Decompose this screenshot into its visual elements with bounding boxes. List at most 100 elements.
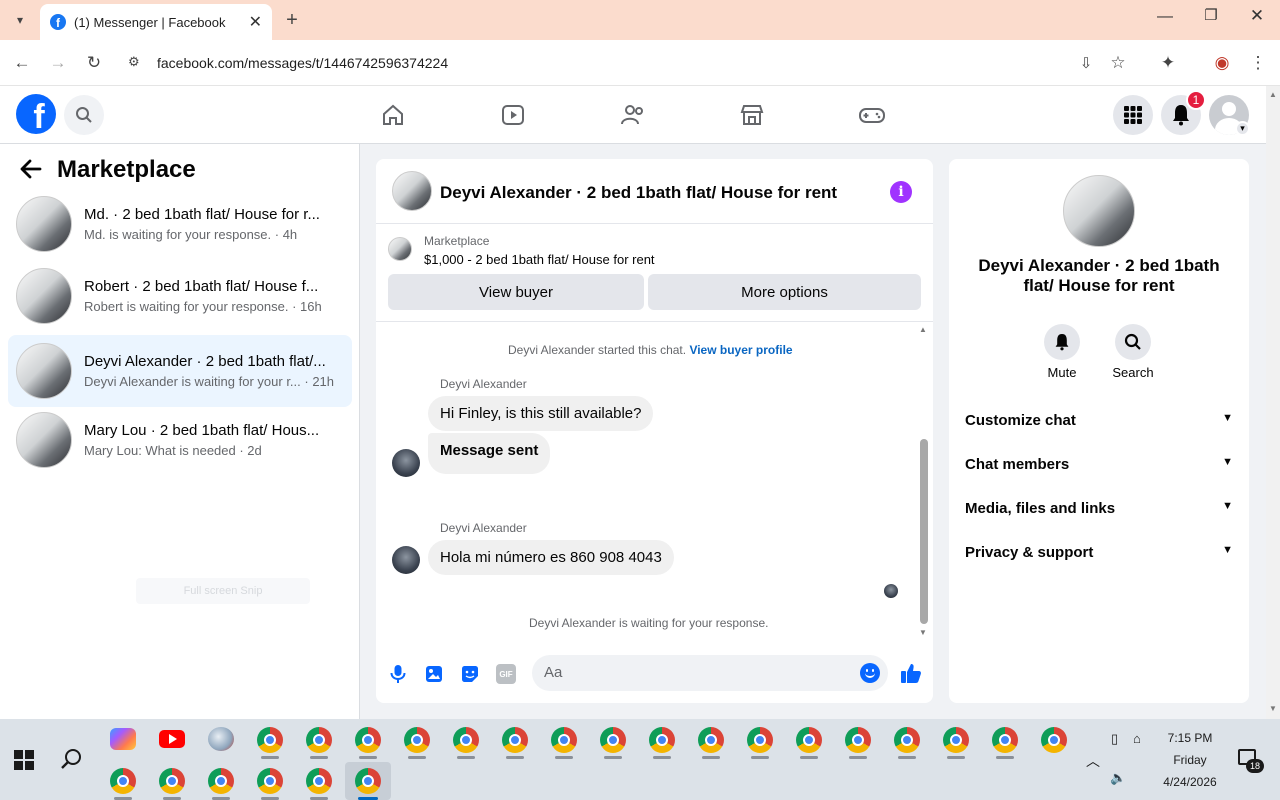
chrome-window-icon[interactable]	[257, 727, 283, 753]
clock-date[interactable]: 4/24/2026	[1150, 775, 1230, 789]
profile-icon[interactable]: ◉	[1208, 49, 1236, 77]
back-arrow-icon[interactable]	[20, 158, 42, 187]
search-label[interactable]: Search	[1108, 365, 1158, 380]
microphone-icon[interactable]	[388, 664, 408, 689]
chrome-window-icon[interactable]	[796, 727, 822, 753]
network-icon[interactable]: ⌂	[1133, 731, 1141, 746]
chat-header-title[interactable]: Deyvi Alexander · 2 bed 1bath flat/ Hous…	[440, 183, 837, 203]
clock-time[interactable]: 7:15 PM	[1150, 731, 1230, 745]
chrome-window-icon[interactable]	[208, 768, 234, 794]
fb-search-icon[interactable]	[64, 95, 104, 135]
reload-icon[interactable]: ↻	[80, 49, 108, 77]
conversation-item[interactable]: Robert · 2 bed 1bath flat/ House f... Ro…	[8, 264, 352, 328]
windows-start-icon[interactable]	[14, 750, 34, 775]
chrome-window-icon[interactable]	[306, 768, 332, 794]
chrome-window-icon-active[interactable]	[355, 768, 381, 794]
message-bubble[interactable]: Hi Finley, is this still available?	[428, 396, 654, 431]
chat-members-section[interactable]: Chat members ▼	[965, 456, 1233, 473]
conversation-item-selected[interactable]: Deyvi Alexander · 2 bed 1bath flat/... D…	[8, 335, 352, 407]
chrome-window-icon[interactable]	[1041, 727, 1067, 753]
site-info-icon[interactable]: ⚙	[128, 54, 146, 72]
conversation-item[interactable]: Mary Lou · 2 bed 1bath flat/ Hous... Mar…	[8, 408, 352, 472]
scroll-up-icon[interactable]: ▲	[919, 325, 927, 335]
account-chevron-icon[interactable]: ▾	[1235, 121, 1250, 136]
chrome-window-icon[interactable]	[992, 727, 1018, 753]
page-scrollbar[interactable]: ▲ ▼	[1266, 86, 1280, 719]
new-tab-icon[interactable]: +	[278, 6, 306, 34]
customize-chat-section[interactable]: Customize chat ▼	[965, 412, 1233, 429]
install-app-icon[interactable]: ⇩	[1072, 49, 1100, 77]
browser-tab[interactable]: f (1) Messenger | Facebook ✕	[40, 4, 272, 40]
message-bubble[interactable]: Hola mi número es 860 908 4043	[428, 540, 674, 575]
clock-day[interactable]: Friday	[1150, 753, 1230, 767]
tab-search-chevron-icon[interactable]: ▾	[6, 6, 34, 34]
chrome-window-icon[interactable]	[698, 727, 724, 753]
mute-bell-icon[interactable]	[1044, 324, 1080, 360]
gaming-icon[interactable]	[858, 102, 886, 133]
chat-header-thumbnail[interactable]	[392, 171, 432, 211]
restore-icon[interactable]: ❐	[1196, 6, 1226, 30]
tab-close-icon[interactable]: ✕	[249, 12, 262, 32]
conversation-item[interactable]: Md. · 2 bed 1bath flat/ House for r... M…	[8, 192, 352, 256]
privacy-support-section[interactable]: Privacy & support ▼	[965, 544, 1233, 561]
copilot-icon[interactable]	[110, 728, 136, 750]
pinned-app-icon[interactable]	[208, 727, 234, 751]
chrome-window-icon[interactable]	[257, 768, 283, 794]
chrome-window-icon[interactable]	[355, 727, 381, 753]
more-options-button[interactable]: More options	[648, 274, 921, 310]
photo-icon[interactable]	[424, 664, 444, 689]
chrome-window-icon[interactable]	[159, 768, 185, 794]
media-files-links-section[interactable]: Media, files and links ▼	[965, 500, 1233, 517]
thumbs-up-icon[interactable]	[900, 662, 922, 689]
search-in-chat-icon[interactable]	[1115, 324, 1151, 360]
home-icon[interactable]	[380, 102, 406, 133]
battery-icon[interactable]: ▯	[1111, 731, 1118, 747]
video-icon[interactable]	[500, 102, 526, 133]
profile-listing-thumbnail[interactable]	[1063, 175, 1135, 247]
chrome-menu-icon[interactable]: ⋮	[1244, 49, 1272, 77]
extensions-icon[interactable]: ✦	[1154, 49, 1182, 77]
tray-chevron-up-icon[interactable]: ︿	[1086, 751, 1100, 771]
chrome-window-icon[interactable]	[404, 727, 430, 753]
minimize-icon[interactable]: —	[1150, 8, 1180, 32]
marketplace-icon[interactable]	[739, 102, 765, 133]
listing-price-title[interactable]: $1,000 - 2 bed 1bath flat/ House for ren…	[424, 252, 655, 267]
view-buyer-button[interactable]: View buyer	[388, 274, 644, 310]
youtube-icon[interactable]	[159, 730, 185, 748]
friends-icon[interactable]	[620, 102, 646, 133]
gif-icon[interactable]: GIF	[496, 664, 516, 684]
menu-grid-icon[interactable]	[1113, 95, 1153, 135]
chrome-window-icon[interactable]	[845, 727, 871, 753]
chrome-window-icon[interactable]	[110, 768, 136, 794]
scroll-down-icon[interactable]: ▼	[919, 628, 927, 638]
url-text[interactable]: facebook.com/messages/t/1446742596374224	[157, 55, 448, 71]
chrome-window-icon[interactable]	[502, 727, 528, 753]
faint-snip-overlay: Full screen Snip	[136, 578, 310, 604]
message-bubble[interactable]: Message sent	[428, 433, 551, 474]
message-input[interactable]: Aa	[532, 655, 888, 691]
info-icon[interactable]: i	[890, 181, 912, 203]
chat-scrollbar-thumb[interactable]	[920, 439, 928, 624]
sender-avatar[interactable]	[392, 546, 420, 574]
chrome-window-icon[interactable]	[649, 727, 675, 753]
chrome-window-icon[interactable]	[600, 727, 626, 753]
listing-thumbnail	[16, 268, 72, 324]
facebook-logo-icon[interactable]: f	[16, 94, 56, 134]
emoji-icon[interactable]	[860, 663, 880, 683]
sticker-icon[interactable]	[460, 664, 480, 689]
chrome-window-icon[interactable]	[747, 727, 773, 753]
sender-avatar[interactable]	[392, 449, 420, 477]
view-buyer-profile-link[interactable]: View buyer profile	[689, 343, 792, 357]
volume-icon[interactable]: 🔈	[1110, 770, 1126, 786]
bookmark-star-icon[interactable]: ☆	[1104, 49, 1132, 77]
chrome-window-icon[interactable]	[943, 727, 969, 753]
back-icon[interactable]: ←	[8, 49, 36, 77]
close-window-icon[interactable]: ✕	[1242, 6, 1272, 30]
chrome-window-icon[interactable]	[894, 727, 920, 753]
mute-label[interactable]: Mute	[1042, 365, 1082, 380]
chrome-window-icon[interactable]	[306, 727, 332, 753]
taskbar-search-icon[interactable]	[60, 747, 84, 776]
forward-icon[interactable]: →	[44, 49, 72, 77]
chrome-window-icon[interactable]	[453, 727, 479, 753]
chrome-window-icon[interactable]	[551, 727, 577, 753]
